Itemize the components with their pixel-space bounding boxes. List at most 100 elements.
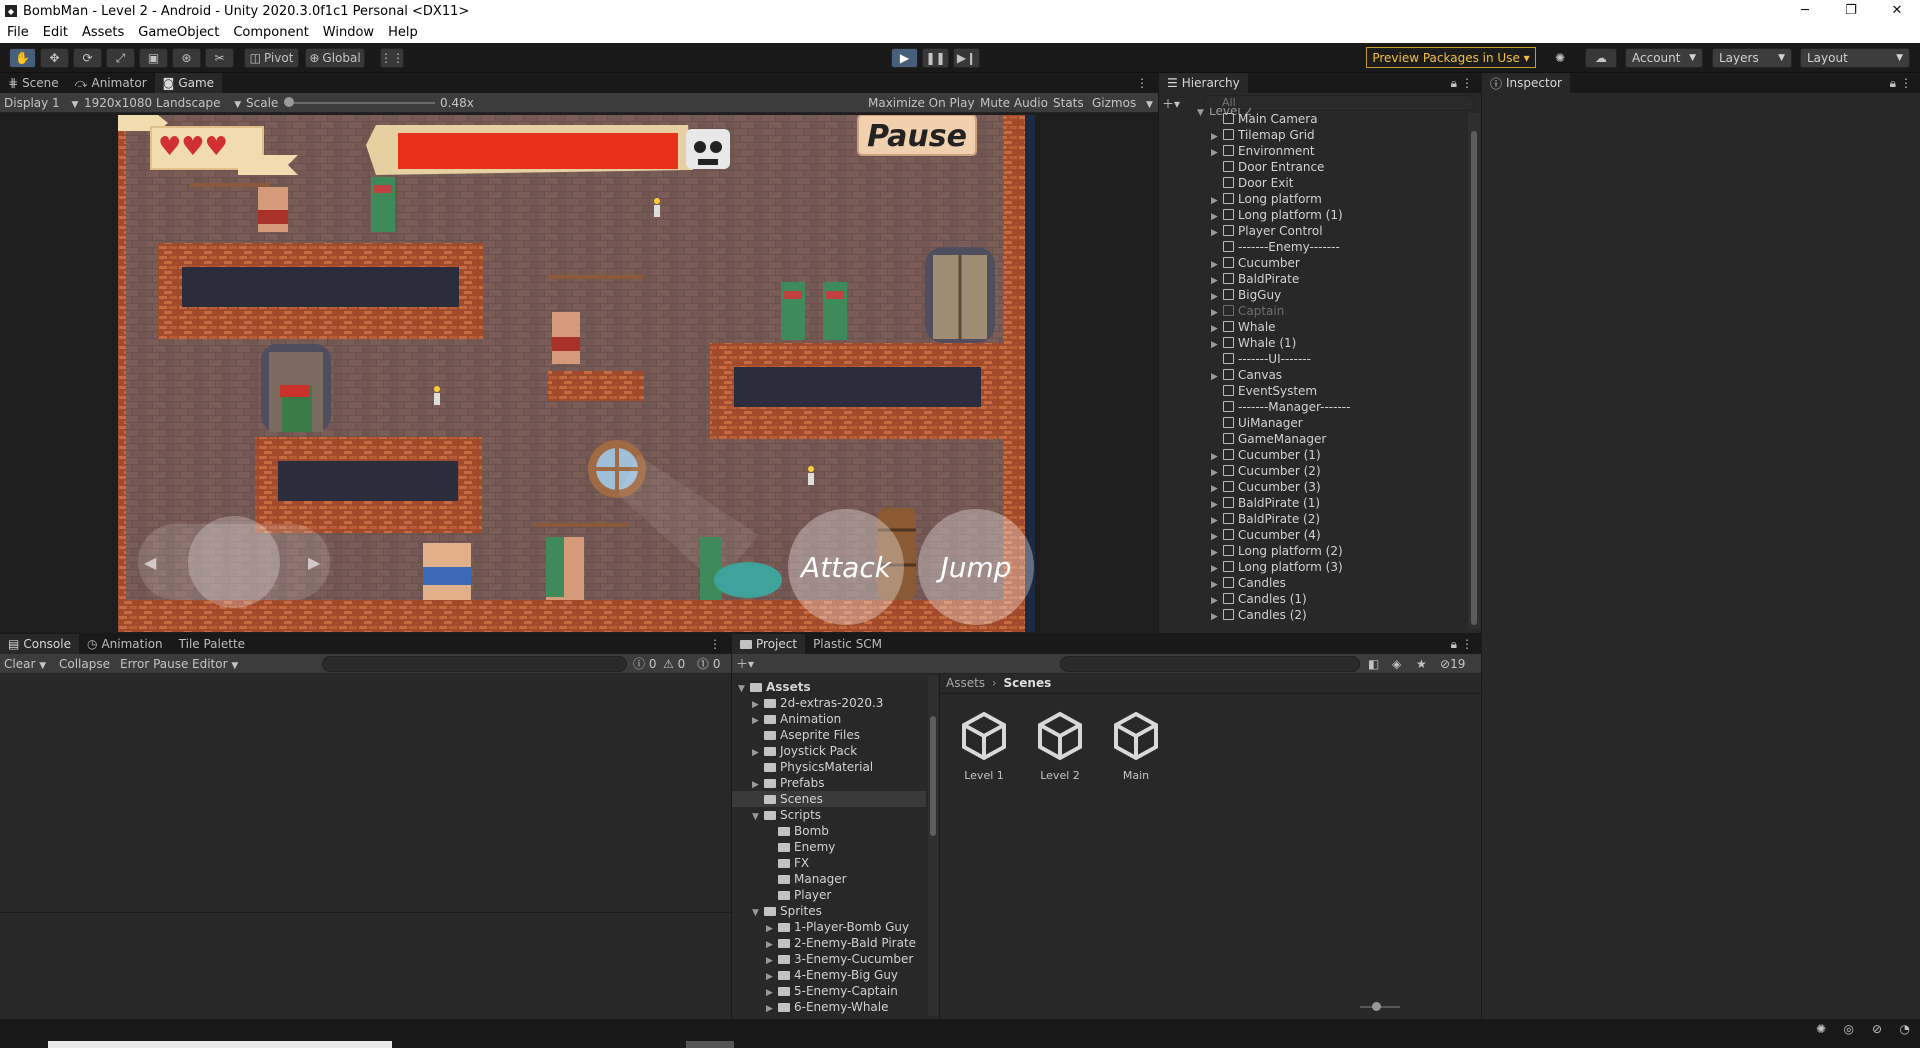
- hierarchy-scrollbar-thumb[interactable]: [1471, 131, 1477, 625]
- hierarchy-item[interactable]: ▶ Long platform (2): [1211, 543, 1343, 559]
- hierarchy-item[interactable]: ▶ Cucumber (1): [1211, 447, 1321, 463]
- project-folder-item[interactable]: PhysicsMaterial: [732, 759, 926, 775]
- project-folder-item[interactable]: ▶ 4-Enemy-Big Guy: [732, 967, 926, 983]
- lock-icon[interactable]: 🔒︎: [1451, 76, 1457, 91]
- layers-dropdown[interactable]: Layers ▼: [1712, 48, 1792, 68]
- project-folder-item[interactable]: ▶ Joystick Pack: [732, 743, 926, 759]
- project-add-button[interactable]: ＋▾: [736, 655, 754, 672]
- taskbar-item[interactable]: [48, 1041, 392, 1048]
- warning-count-toggle[interactable]: ⚠ 0: [663, 657, 685, 671]
- project-folder-item[interactable]: ▶ Prefabs: [732, 775, 926, 791]
- console-search[interactable]: [322, 656, 627, 672]
- hierarchy-item[interactable]: ▶ BigGuy: [1211, 287, 1281, 303]
- hierarchy-item[interactable]: GameManager: [1211, 431, 1326, 447]
- bug-icon[interactable]: ✺: [1816, 1022, 1826, 1036]
- project-folder-item[interactable]: FX: [732, 855, 926, 871]
- tab-hierarchy[interactable]: ☰ Hierarchy: [1159, 73, 1248, 93]
- project-folder-item[interactable]: ▶ 2-Enemy-Bald Pirate: [732, 935, 926, 951]
- tab-plastic-scm[interactable]: Plastic SCM: [805, 634, 890, 654]
- hierarchy-add-button[interactable]: ＋▾: [1162, 95, 1180, 112]
- project-folder-item[interactable]: Scenes: [732, 791, 926, 807]
- scale-slider-handle[interactable]: [284, 97, 294, 107]
- tab-animation[interactable]: ◷ Animation: [79, 634, 171, 654]
- lock-icon[interactable]: 🔒︎: [1451, 637, 1457, 652]
- breadcrumb-assets[interactable]: Assets: [946, 676, 985, 690]
- pivot-toggle[interactable]: ◫ Pivot: [244, 48, 299, 68]
- project-folder-item[interactable]: Aseprite Files: [732, 727, 926, 743]
- collapse-toggle[interactable]: Collapse: [59, 657, 110, 671]
- menu-gameobject[interactable]: GameObject: [131, 25, 226, 40]
- project-search[interactable]: [1060, 656, 1360, 672]
- panel-menu-icon[interactable]: ⋮: [709, 637, 721, 651]
- tab-console[interactable]: ▤ Console: [0, 634, 79, 654]
- clear-dropdown[interactable]: Clear ▼: [4, 657, 46, 671]
- move-tool-icon[interactable]: ✥: [40, 48, 69, 68]
- maximize-on-play-toggle[interactable]: Maximize On Play: [868, 96, 975, 110]
- scene-asset[interactable]: Level 2: [1028, 710, 1092, 782]
- game-canvas[interactable]: ♥♥♥ ◀ ▶ Pause Attack Jump: [118, 115, 1035, 632]
- hierarchy-item[interactable]: ▶ Cucumber (4): [1211, 527, 1321, 543]
- scene-asset[interactable]: Main: [1104, 710, 1168, 782]
- progress-icon[interactable]: ◔: [1900, 1022, 1910, 1036]
- cache-icon[interactable]: ◎: [1844, 1022, 1854, 1036]
- tab-tile-palette[interactable]: Tile Palette: [171, 634, 253, 654]
- hierarchy-item[interactable]: ▶ Long platform: [1211, 191, 1322, 207]
- hierarchy-item[interactable]: ▶ Long platform (1): [1211, 207, 1343, 223]
- hierarchy-item[interactable]: ▶ Cucumber (2): [1211, 463, 1321, 479]
- play-button[interactable]: ▶: [891, 48, 918, 68]
- filter-label-icon[interactable]: ◈: [1392, 657, 1401, 671]
- cloud-icon[interactable]: ☁: [1585, 48, 1617, 68]
- hierarchy-item[interactable]: -------UI-------: [1211, 351, 1311, 367]
- resolution-dropdown[interactable]: 1920x1080 Landscape ▼: [84, 96, 241, 110]
- breadcrumb-scenes[interactable]: Scenes: [1004, 676, 1052, 690]
- hierarchy-item[interactable]: ▶ Cucumber: [1211, 255, 1300, 271]
- account-dropdown[interactable]: Account ▼: [1625, 48, 1703, 68]
- error-count-toggle[interactable]: ⓵ 0: [697, 655, 720, 672]
- project-folder-item[interactable]: ▼ Sprites: [732, 903, 926, 919]
- menu-file[interactable]: File: [0, 25, 36, 40]
- collab-icon[interactable]: ✺: [1546, 48, 1574, 68]
- hierarchy-item[interactable]: ▶ BaldPirate (1): [1211, 495, 1320, 511]
- pause-game-button[interactable]: Pause: [866, 119, 968, 155]
- lock-icon[interactable]: 🔒︎: [1890, 76, 1896, 91]
- hierarchy-item[interactable]: ▶ Candles (2): [1211, 607, 1307, 623]
- debug-icon[interactable]: ⊘: [1872, 1022, 1882, 1036]
- restore-button[interactable]: ❐: [1828, 0, 1874, 22]
- pause-button[interactable]: ❚❚: [922, 48, 949, 68]
- chevron-right-icon[interactable]: ▶: [1211, 609, 1223, 625]
- hierarchy-item[interactable]: ▶ Long platform (3): [1211, 559, 1343, 575]
- display-dropdown[interactable]: Display 1 ▼: [4, 96, 78, 110]
- info-count-toggle[interactable]: ⓘ 0: [633, 655, 656, 672]
- hierarchy-item[interactable]: ▶ Environment: [1211, 143, 1315, 159]
- hierarchy-item[interactable]: EventSystem: [1211, 383, 1317, 399]
- hierarchy-item[interactable]: Main Camera: [1211, 111, 1318, 127]
- hidden-packages-toggle[interactable]: ⊘19: [1440, 657, 1465, 671]
- project-folder-item[interactable]: Enemy: [732, 839, 926, 855]
- hierarchy-item[interactable]: Door Entrance: [1211, 159, 1324, 175]
- grid-snap-icon[interactable]: ⋮⋮: [380, 48, 404, 68]
- hand-tool-icon[interactable]: ✋: [9, 48, 36, 68]
- hierarchy-item[interactable]: Door Exit: [1211, 175, 1293, 191]
- tab-animator[interactable]: ⤼ Animator: [67, 73, 155, 93]
- hierarchy-item[interactable]: ▶ Candles: [1211, 575, 1286, 591]
- tab-game[interactable]: ◙ Game: [154, 73, 223, 93]
- step-button[interactable]: ▶❙: [953, 48, 980, 68]
- hierarchy-item[interactable]: ▶ Whale (1): [1211, 335, 1296, 351]
- stats-toggle[interactable]: Stats: [1053, 96, 1084, 110]
- tab-inspector[interactable]: ⓘ Inspector: [1482, 73, 1570, 93]
- hierarchy-item[interactable]: ▶ Tilemap Grid: [1211, 127, 1315, 143]
- scene-asset[interactable]: Level 1: [952, 710, 1016, 782]
- project-folder-item[interactable]: ▶ 6-Enemy-Whale: [732, 999, 926, 1015]
- hierarchy-item[interactable]: ▶ BaldPirate: [1211, 271, 1299, 287]
- close-button[interactable]: ✕: [1874, 0, 1920, 22]
- layout-dropdown[interactable]: Layout ▼: [1800, 48, 1910, 68]
- panel-menu-icon[interactable]: ⋮: [1900, 76, 1912, 90]
- hierarchy-item[interactable]: UiManager: [1211, 415, 1303, 431]
- menu-edit[interactable]: Edit: [36, 25, 75, 40]
- panel-menu-icon[interactable]: ⋮: [1461, 76, 1473, 90]
- taskbar-item[interactable]: [686, 1041, 734, 1048]
- panel-menu-icon[interactable]: ⋮: [1136, 76, 1148, 90]
- tab-scene[interactable]: ⋕ Scene: [0, 73, 67, 93]
- hierarchy-item[interactable]: -------Enemy-------: [1211, 239, 1340, 255]
- hierarchy-item[interactable]: ▶ Whale: [1211, 319, 1276, 335]
